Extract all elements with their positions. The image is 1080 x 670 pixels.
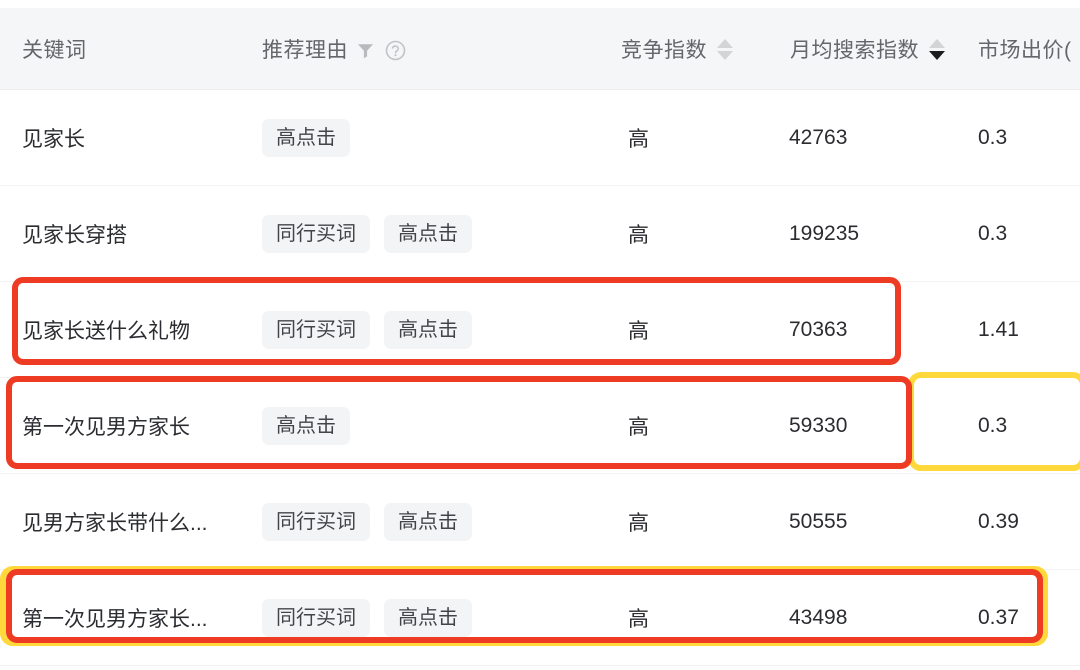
sort-descending-arrow bbox=[929, 50, 945, 60]
sort-toggle-search[interactable] bbox=[929, 38, 945, 60]
table-row[interactable]: 见家长 高点击 高 42763 0.3 bbox=[0, 90, 1080, 186]
cell-price: 0.39 bbox=[978, 509, 1019, 533]
column-header-reason[interactable]: 推荐理由 bbox=[262, 8, 406, 90]
cell-compete: 高 bbox=[628, 607, 649, 631]
tag-list: 同行买词 高点击 bbox=[262, 310, 472, 349]
cell-reason: 同行买词 高点击 bbox=[262, 186, 472, 281]
tag-list: 高点击 bbox=[262, 406, 350, 445]
tag: 同行买词 bbox=[262, 598, 370, 637]
cell-search: 43498 bbox=[789, 605, 848, 629]
column-header-keyword[interactable]: 关键词 bbox=[22, 8, 87, 90]
tag: 同行买词 bbox=[262, 310, 370, 349]
tag-list: 同行买词 高点击 bbox=[262, 214, 472, 253]
table-header-row: 关键词 推荐理由 竞争指数 月均搜索指数 市场出价( bbox=[0, 8, 1080, 90]
cell-search: 50555 bbox=[789, 509, 848, 533]
cell-price: 0.3 bbox=[978, 221, 1008, 245]
cell-keyword: 见家长穿搭 bbox=[22, 223, 127, 247]
keyword-table-screen: 关键词 推荐理由 竞争指数 月均搜索指数 市场出价(见家长 高点击 高 427… bbox=[0, 0, 1080, 670]
cell-reason: 同行买词 高点击 bbox=[262, 282, 472, 377]
cell-compete: 高 bbox=[628, 223, 649, 247]
tag-list: 同行买词 高点击 bbox=[262, 598, 472, 637]
cell-compete: 高 bbox=[628, 319, 649, 343]
help-circle-icon[interactable] bbox=[385, 40, 406, 61]
column-header-price-label: 市场出价( bbox=[978, 39, 1072, 62]
cell-reason: 同行买词 高点击 bbox=[262, 474, 472, 569]
tag: 高点击 bbox=[384, 598, 472, 637]
tag: 同行买词 bbox=[262, 502, 370, 541]
tag: 高点击 bbox=[262, 406, 350, 445]
column-header-price[interactable]: 市场出价( bbox=[978, 8, 1072, 90]
column-header-keyword-label: 关键词 bbox=[22, 39, 87, 62]
cell-search: 59330 bbox=[789, 413, 848, 437]
column-header-compete-label: 竞争指数 bbox=[621, 39, 707, 62]
column-header-search-label: 月均搜索指数 bbox=[790, 39, 919, 62]
tag: 高点击 bbox=[384, 214, 472, 253]
table-body: 见家长 高点击 高 42763 0.3 见家长穿搭 同行买词 高点击 高 199… bbox=[0, 90, 1080, 666]
tag-list: 高点击 bbox=[262, 118, 350, 157]
tag-list: 同行买词 高点击 bbox=[262, 502, 472, 541]
table-row[interactable]: 第一次见男方家长 高点击 高 59330 0.3 bbox=[0, 378, 1080, 474]
cell-search: 42763 bbox=[789, 125, 848, 149]
tag: 同行买词 bbox=[262, 214, 370, 253]
cell-search: 70363 bbox=[789, 317, 848, 341]
cell-keyword: 见男方家长带什么... bbox=[22, 511, 208, 535]
sort-ascending-arrow bbox=[929, 38, 945, 48]
cell-reason: 高点击 bbox=[262, 90, 350, 185]
tag: 高点击 bbox=[262, 118, 350, 157]
cell-price: 0.3 bbox=[978, 413, 1008, 437]
table-row[interactable]: 第一次见男方家长... 同行买词 高点击 高 43498 0.37 bbox=[0, 570, 1080, 666]
sort-descending-arrow bbox=[717, 50, 733, 60]
column-header-reason-label: 推荐理由 bbox=[262, 39, 348, 62]
cell-keyword: 第一次见男方家长 bbox=[22, 415, 190, 439]
cell-keyword: 见家长送什么礼物 bbox=[22, 319, 190, 343]
cell-search: 199235 bbox=[789, 221, 860, 245]
cell-keyword: 第一次见男方家长... bbox=[22, 607, 208, 631]
sort-ascending-arrow bbox=[717, 38, 733, 48]
cell-reason: 同行买词 高点击 bbox=[262, 570, 472, 665]
tag: 高点击 bbox=[384, 310, 472, 349]
cell-price: 0.37 bbox=[978, 605, 1019, 629]
cell-price: 0.3 bbox=[978, 125, 1008, 149]
cell-compete: 高 bbox=[628, 127, 649, 151]
column-header-compete[interactable]: 竞争指数 bbox=[621, 8, 733, 90]
table-row[interactable]: 见家长送什么礼物 同行买词 高点击 高 70363 1.41 bbox=[0, 282, 1080, 378]
tag: 高点击 bbox=[384, 502, 472, 541]
cell-keyword: 见家长 bbox=[22, 127, 85, 151]
sort-toggle-compete[interactable] bbox=[717, 38, 733, 60]
cell-compete: 高 bbox=[628, 415, 649, 439]
column-header-search[interactable]: 月均搜索指数 bbox=[790, 8, 945, 90]
table-row[interactable]: 见男方家长带什么... 同行买词 高点击 高 50555 0.39 bbox=[0, 474, 1080, 570]
table-row[interactable]: 见家长穿搭 同行买词 高点击 高 199235 0.3 bbox=[0, 186, 1080, 282]
filter-icon[interactable] bbox=[357, 42, 374, 59]
cell-compete: 高 bbox=[628, 511, 649, 535]
cell-price: 1.41 bbox=[978, 317, 1019, 341]
cell-reason: 高点击 bbox=[262, 378, 350, 473]
